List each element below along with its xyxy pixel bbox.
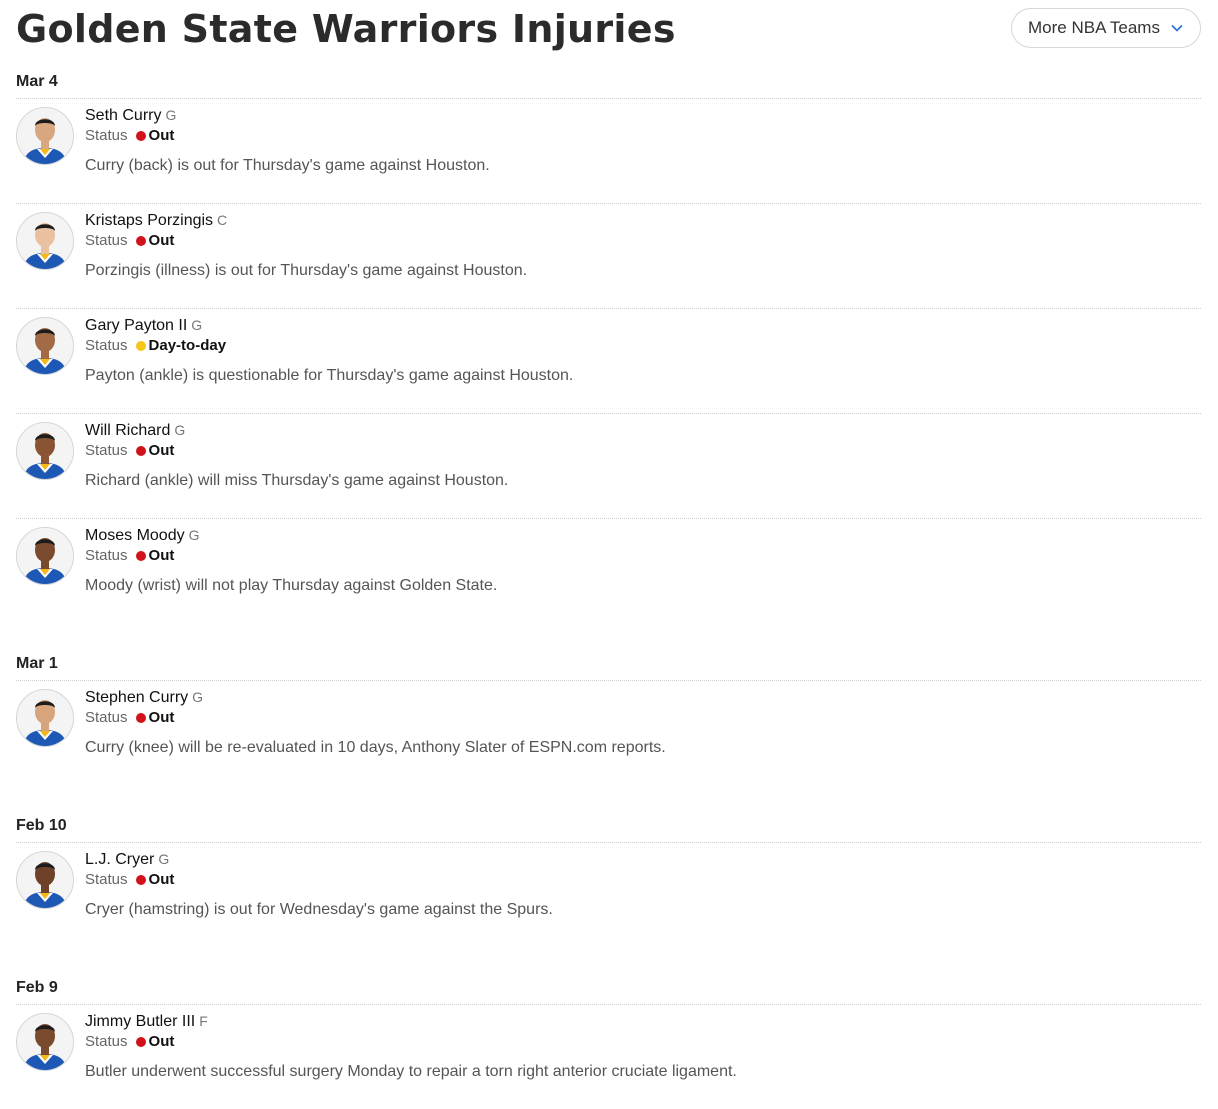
player-avatar[interactable]	[16, 317, 74, 375]
status-value: Out	[148, 709, 175, 726]
injury-note: Butler underwent successful surgery Mond…	[85, 1063, 737, 1080]
player-position: G	[192, 689, 204, 705]
status-dot-icon	[135, 1036, 146, 1047]
player-position: G	[188, 527, 200, 543]
player-avatar[interactable]	[16, 1013, 74, 1071]
player-avatar[interactable]	[16, 107, 74, 165]
player-position: F	[199, 1013, 208, 1029]
date-heading: Feb 9	[16, 972, 1201, 1005]
injury-row: Kristaps Porzingis C Status Out Porzingis (i…	[16, 204, 1201, 309]
player-name-line: Seth Curry G	[85, 107, 176, 125]
status-line: Status Out	[85, 547, 174, 564]
injury-row: Will Richard G Status Out Richard (ankle) wi…	[16, 414, 1201, 519]
player-avatar[interactable]	[16, 422, 74, 480]
status-label: Status	[85, 709, 128, 726]
player-name-link[interactable]: Seth Curry	[85, 107, 161, 124]
date-group: Mar 4 Seth Curry G Status Out Curry (back) is…	[16, 66, 1201, 623]
injury-note: Porzingis (illness) is out for Thursday'…	[85, 262, 528, 279]
player-name-line: Gary Payton II G	[85, 317, 202, 335]
page-title: Golden State Warriors Injuries	[16, 7, 676, 51]
status-value: Out	[148, 442, 175, 459]
player-name-line: L.J. Cryer G	[85, 851, 169, 869]
injury-note: Moody (wrist) will not play Thursday aga…	[85, 577, 498, 594]
injury-row: Gary Payton II G Status Day-to-day Payton (a…	[16, 309, 1201, 414]
player-name-line: Stephen Curry G	[85, 689, 203, 707]
date-heading: Mar 4	[16, 66, 1201, 99]
status-label: Status	[85, 232, 128, 249]
status-dot-icon	[135, 445, 146, 456]
status-label: Status	[85, 547, 128, 564]
date-heading: Feb 10	[16, 810, 1201, 843]
status-value: Out	[148, 127, 175, 144]
status-value: Out	[148, 871, 175, 888]
injury-note: Cryer (hamstring) is out for Wednesday's…	[85, 901, 553, 918]
status-line: Status Out	[85, 709, 174, 726]
player-name-link[interactable]: Moses Moody	[85, 527, 185, 544]
injury-note: Curry (back) is out for Thursday's game …	[85, 157, 490, 174]
status-line: Status Out	[85, 127, 174, 144]
status-dot-icon	[135, 550, 146, 561]
status-dot-icon	[135, 130, 146, 141]
date-heading: Mar 1	[16, 648, 1201, 681]
player-avatar[interactable]	[16, 851, 74, 909]
status-value: Day-to-day	[148, 337, 227, 354]
status-line: Status Out	[85, 232, 174, 249]
status-dot-icon	[135, 712, 146, 723]
chevron-down-icon	[1171, 24, 1183, 32]
player-position: C	[217, 212, 228, 228]
dropdown-label: More NBA Teams	[1028, 18, 1160, 37]
status-line: Status Day-to-day	[85, 337, 226, 354]
more-nba-teams-dropdown[interactable]: More NBA Teams	[1011, 8, 1201, 48]
status-line: Status Out	[85, 1033, 174, 1050]
status-label: Status	[85, 1033, 128, 1050]
status-label: Status	[85, 127, 128, 144]
status-value: Out	[148, 1033, 175, 1050]
player-name-line: Will Richard G	[85, 422, 185, 440]
injuries-page: Golden State Warriors Injuries More NBA …	[0, 0, 1218, 1080]
injury-row: Jimmy Butler III F Status Out Butler underwe…	[16, 1005, 1201, 1109]
player-position: G	[174, 422, 186, 438]
player-avatar[interactable]	[16, 527, 74, 585]
player-name-link[interactable]: Kristaps Porzingis	[85, 212, 213, 229]
status-dot-icon	[135, 340, 146, 351]
player-position: G	[165, 107, 177, 123]
player-name-line: Jimmy Butler III F	[85, 1013, 208, 1031]
injury-row: Stephen Curry G Status Out Curry (knee) will…	[16, 681, 1201, 785]
injury-list: Mar 4 Seth Curry G Status Out Curry (back) is…	[16, 66, 1201, 1109]
player-position: G	[191, 317, 203, 333]
status-label: Status	[85, 871, 128, 888]
player-name-link[interactable]: Stephen Curry	[85, 689, 188, 706]
status-value: Out	[148, 547, 175, 564]
player-avatar[interactable]	[16, 689, 74, 747]
status-dot-icon	[135, 874, 146, 885]
player-name-line: Kristaps Porzingis C	[85, 212, 227, 230]
status-line: Status Out	[85, 871, 174, 888]
injury-row: L.J. Cryer G Status Out Cryer (hamstring) is…	[16, 843, 1201, 947]
date-group: Feb 9 Jimmy Butler III F Status Out Butler un…	[16, 972, 1201, 1109]
player-position: G	[158, 851, 170, 867]
injury-note: Payton (ankle) is questionable for Thurs…	[85, 367, 574, 384]
date-group: Mar 1 Stephen Curry G Status Out Curry (knee)…	[16, 648, 1201, 785]
player-name-link[interactable]: Jimmy Butler III	[85, 1013, 195, 1030]
status-value: Out	[148, 232, 175, 249]
injury-row: Seth Curry G Status Out Curry (back) is out …	[16, 99, 1201, 204]
status-dot-icon	[135, 235, 146, 246]
injury-note: Richard (ankle) will miss Thursday's gam…	[85, 472, 509, 489]
player-name-link[interactable]: L.J. Cryer	[85, 851, 154, 868]
status-label: Status	[85, 442, 128, 459]
player-name-link[interactable]: Gary Payton II	[85, 317, 187, 334]
status-label: Status	[85, 337, 128, 354]
player-avatar[interactable]	[16, 212, 74, 270]
injury-row: Moses Moody G Status Out Moody (wrist) will …	[16, 519, 1201, 623]
player-name-link[interactable]: Will Richard	[85, 422, 170, 439]
player-name-line: Moses Moody G	[85, 527, 199, 545]
injury-note: Curry (knee) will be re-evaluated in 10 …	[85, 739, 666, 756]
date-group: Feb 10 L.J. Cryer G Status Out Cryer (hamstri…	[16, 810, 1201, 947]
status-line: Status Out	[85, 442, 174, 459]
